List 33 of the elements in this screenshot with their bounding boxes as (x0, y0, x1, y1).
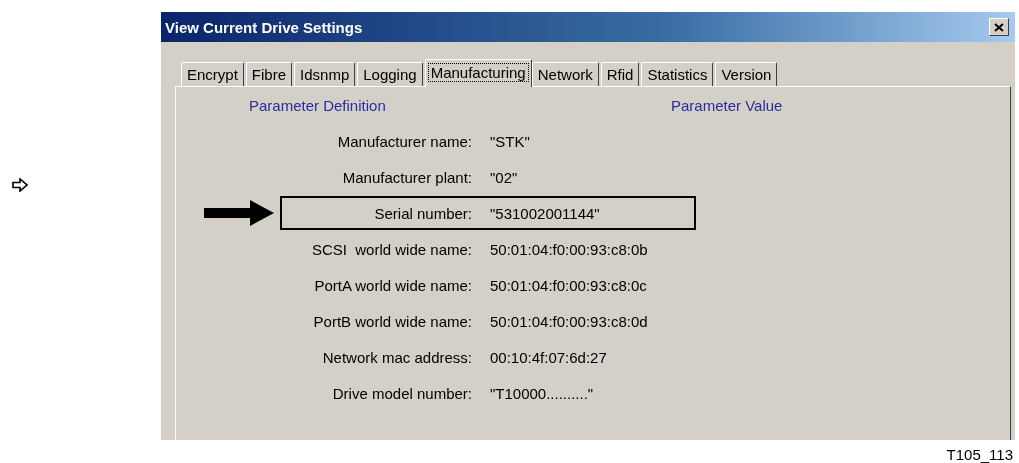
parameter-label: Network mac address: (321, 348, 472, 366)
parameter-value: "T10000.........." (490, 384, 595, 402)
hollow-arrow-icon (12, 178, 28, 192)
tab[interactable]: Version (715, 62, 778, 86)
parameter-value: "STK" (490, 132, 531, 150)
tab[interactable]: Manufacturing (424, 59, 532, 87)
tab[interactable]: Fibre (245, 62, 293, 86)
parameter-label: Serial number: (373, 204, 472, 222)
parameter-value: "531002001144" (490, 204, 601, 222)
close-icon (994, 22, 1004, 32)
tab[interactable]: Logging (357, 62, 423, 86)
parameter-value: 50:01:04:f0:00:93:c8:0b (490, 240, 649, 258)
parameter-label: Manufacturer plant: (341, 168, 472, 186)
column-header: Parameter Value (671, 96, 783, 114)
window-title: View Current Drive Settings (165, 18, 363, 36)
pointer-arrow-icon (204, 200, 274, 226)
parameter-label: PortA world wide name: (313, 276, 472, 294)
parameter-label: PortB world wide name: (312, 312, 472, 330)
parameter-label: Drive model number: (331, 384, 472, 402)
tab[interactable]: Idsnmp (294, 62, 356, 86)
tab[interactable]: Network (531, 62, 599, 86)
parameter-value: "02" (490, 168, 519, 186)
close-button[interactable] (989, 18, 1009, 36)
parameter-label: Manufacturer name: (336, 132, 472, 150)
parameter-label: SCSI world wide name: (310, 240, 472, 258)
tab[interactable]: Rfid (600, 62, 640, 86)
column-header: Parameter Definition (249, 96, 387, 114)
tab[interactable]: Statistics (641, 62, 714, 86)
figure-id: T105_113 (945, 445, 1014, 463)
parameter-value: 00:10:4f:07:6d:27 (490, 348, 608, 366)
parameter-value: 50:01:04:f0:00:93:c8:0d (490, 312, 649, 330)
parameter-value: 50:01:04:f0:00:93:c8:0c (490, 276, 648, 294)
tab[interactable]: Encrypt (181, 62, 244, 86)
